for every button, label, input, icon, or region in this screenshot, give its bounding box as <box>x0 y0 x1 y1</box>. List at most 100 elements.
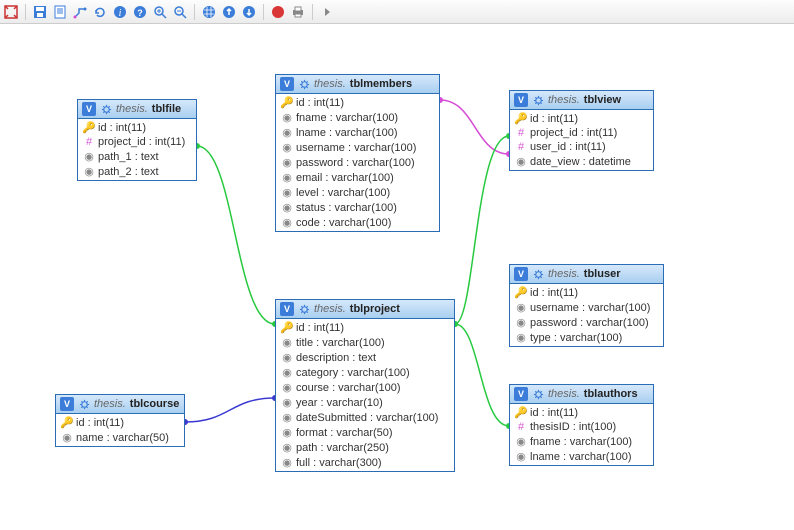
table-v-icon[interactable]: V <box>280 302 294 316</box>
relation-line <box>185 398 275 422</box>
column-text: username : varchar(100) <box>296 142 416 154</box>
table-tblproject[interactable]: V thesis.tblproject 🔑id : int(11)◉title … <box>275 299 455 472</box>
column-text: level : varchar(100) <box>296 187 390 199</box>
print-icon[interactable] <box>289 3 307 21</box>
column[interactable]: ◉email : varchar(100) <box>276 170 439 185</box>
column[interactable]: ◉path_2 : text <box>78 164 196 179</box>
help-icon[interactable]: ? <box>131 3 149 21</box>
table-tblcourse[interactable]: V thesis.tblcourse 🔑id : int(11)◉name : … <box>55 394 185 447</box>
column[interactable]: ◉description : text <box>276 350 454 365</box>
column-text: date_view : datetime <box>530 156 631 168</box>
table-tblauthors[interactable]: V thesis.tblauthors 🔑id : int(11)#thesis… <box>509 384 654 466</box>
column[interactable]: 🔑id : int(11) <box>276 320 454 335</box>
gear-icon[interactable] <box>298 78 310 90</box>
column-text: thesisID : int(100) <box>530 421 616 433</box>
gear-icon[interactable] <box>78 398 90 410</box>
table-tblview[interactable]: V thesis.tblview 🔑id : int(11)#project_i… <box>509 90 654 171</box>
table-v-icon[interactable]: V <box>280 77 294 91</box>
grid-icon[interactable] <box>200 3 218 21</box>
table-v-icon[interactable]: V <box>514 267 528 281</box>
column-text: code : varchar(100) <box>296 217 391 229</box>
gear-icon[interactable] <box>298 303 310 315</box>
export-down-icon[interactable] <box>240 3 258 21</box>
column[interactable]: ◉title : varchar(100) <box>276 335 454 350</box>
pdf-icon[interactable] <box>269 3 287 21</box>
table-v-icon[interactable]: V <box>60 397 74 411</box>
table-body: 🔑id : int(11)◉fname : varchar(100)◉lname… <box>276 94 439 231</box>
column[interactable]: ◉format : varchar(50) <box>276 425 454 440</box>
table-v-icon[interactable]: V <box>514 387 528 401</box>
table-name: tblfile <box>152 103 181 115</box>
table-header[interactable]: V thesis.tblcourse <box>56 395 184 414</box>
reload-icon[interactable] <box>91 3 109 21</box>
column[interactable]: ◉code : varchar(100) <box>276 215 439 230</box>
save-icon[interactable] <box>31 3 49 21</box>
gear-icon[interactable] <box>532 388 544 400</box>
column-text: password : varchar(100) <box>530 317 649 329</box>
diagram-canvas[interactable]: V thesis.tblfile 🔑id : int(11)#project_i… <box>0 24 794 530</box>
column-text: format : varchar(50) <box>296 427 393 439</box>
column[interactable]: 🔑id : int(11) <box>78 120 196 135</box>
info-icon[interactable]: i <box>111 3 129 21</box>
gear-icon[interactable] <box>532 268 544 280</box>
relation-icon[interactable] <box>71 3 89 21</box>
expand-icon[interactable] <box>2 3 20 21</box>
table-header[interactable]: V thesis.tblauthors <box>510 385 653 404</box>
table-header[interactable]: V thesis.tbluser <box>510 265 663 284</box>
column-text: id : int(11) <box>296 97 344 109</box>
column[interactable]: #thesisID : int(100) <box>510 420 653 434</box>
column[interactable]: ◉category : varchar(100) <box>276 365 454 380</box>
column[interactable]: ◉password : varchar(100) <box>510 315 663 330</box>
column[interactable]: ◉fname : varchar(100) <box>276 110 439 125</box>
gear-icon[interactable] <box>532 94 544 106</box>
column[interactable]: 🔑id : int(11) <box>510 285 663 300</box>
table-header[interactable]: V thesis.tblproject <box>276 300 454 319</box>
column[interactable]: ◉password : varchar(100) <box>276 155 439 170</box>
column[interactable]: ◉name : varchar(50) <box>56 430 184 445</box>
table-body: 🔑id : int(11)◉name : varchar(50) <box>56 414 184 446</box>
column[interactable]: 🔑id : int(11) <box>276 95 439 110</box>
column[interactable]: ◉fname : varchar(100) <box>510 434 653 449</box>
doc-icon[interactable] <box>51 3 69 21</box>
column[interactable]: ◉status : varchar(100) <box>276 200 439 215</box>
export-up-icon[interactable] <box>220 3 238 21</box>
relation-line <box>455 136 509 324</box>
column-text: title : varchar(100) <box>296 337 385 349</box>
zoom-in-icon[interactable] <box>151 3 169 21</box>
separator <box>194 4 195 20</box>
column[interactable]: 🔑id : int(11) <box>510 111 653 126</box>
table-v-icon[interactable]: V <box>82 102 96 116</box>
table-header[interactable]: V thesis.tblfile <box>78 100 196 119</box>
table-v-icon[interactable]: V <box>514 93 528 107</box>
column[interactable]: ◉lname : varchar(100) <box>510 449 653 464</box>
next-icon[interactable] <box>318 3 336 21</box>
column[interactable]: ◉dateSubmitted : varchar(100) <box>276 410 454 425</box>
column[interactable]: ◉path_1 : text <box>78 149 196 164</box>
column-text: path_1 : text <box>98 151 159 163</box>
column[interactable]: 🔑id : int(11) <box>510 405 653 420</box>
column[interactable]: ◉type : varchar(100) <box>510 330 663 345</box>
gear-icon[interactable] <box>100 103 112 115</box>
table-tblfile[interactable]: V thesis.tblfile 🔑id : int(11)#project_i… <box>77 99 197 181</box>
column[interactable]: ◉year : varchar(10) <box>276 395 454 410</box>
column[interactable]: ◉lname : varchar(100) <box>276 125 439 140</box>
column[interactable]: ◉full : varchar(300) <box>276 455 454 470</box>
table-header[interactable]: V thesis.tblmembers <box>276 75 439 94</box>
column[interactable]: #project_id : int(11) <box>78 135 196 149</box>
column[interactable]: ◉username : varchar(100) <box>276 140 439 155</box>
table-name: tblproject <box>350 303 400 315</box>
column[interactable]: ◉username : varchar(100) <box>510 300 663 315</box>
table-name: tblcourse <box>130 398 180 410</box>
column[interactable]: ◉course : varchar(100) <box>276 380 454 395</box>
column[interactable]: ◉path : varchar(250) <box>276 440 454 455</box>
table-tblmembers[interactable]: V thesis.tblmembers 🔑id : int(11)◉fname … <box>275 74 440 232</box>
column-text: fname : varchar(100) <box>530 436 632 448</box>
table-header[interactable]: V thesis.tblview <box>510 91 653 110</box>
table-tbluser[interactable]: V thesis.tbluser 🔑id : int(11)◉username … <box>509 264 664 347</box>
column[interactable]: #project_id : int(11) <box>510 126 653 140</box>
column[interactable]: ◉date_view : datetime <box>510 154 653 169</box>
column[interactable]: #user_id : int(11) <box>510 140 653 154</box>
column[interactable]: ◉level : varchar(100) <box>276 185 439 200</box>
zoom-out-icon[interactable] <box>171 3 189 21</box>
column[interactable]: 🔑id : int(11) <box>56 415 184 430</box>
